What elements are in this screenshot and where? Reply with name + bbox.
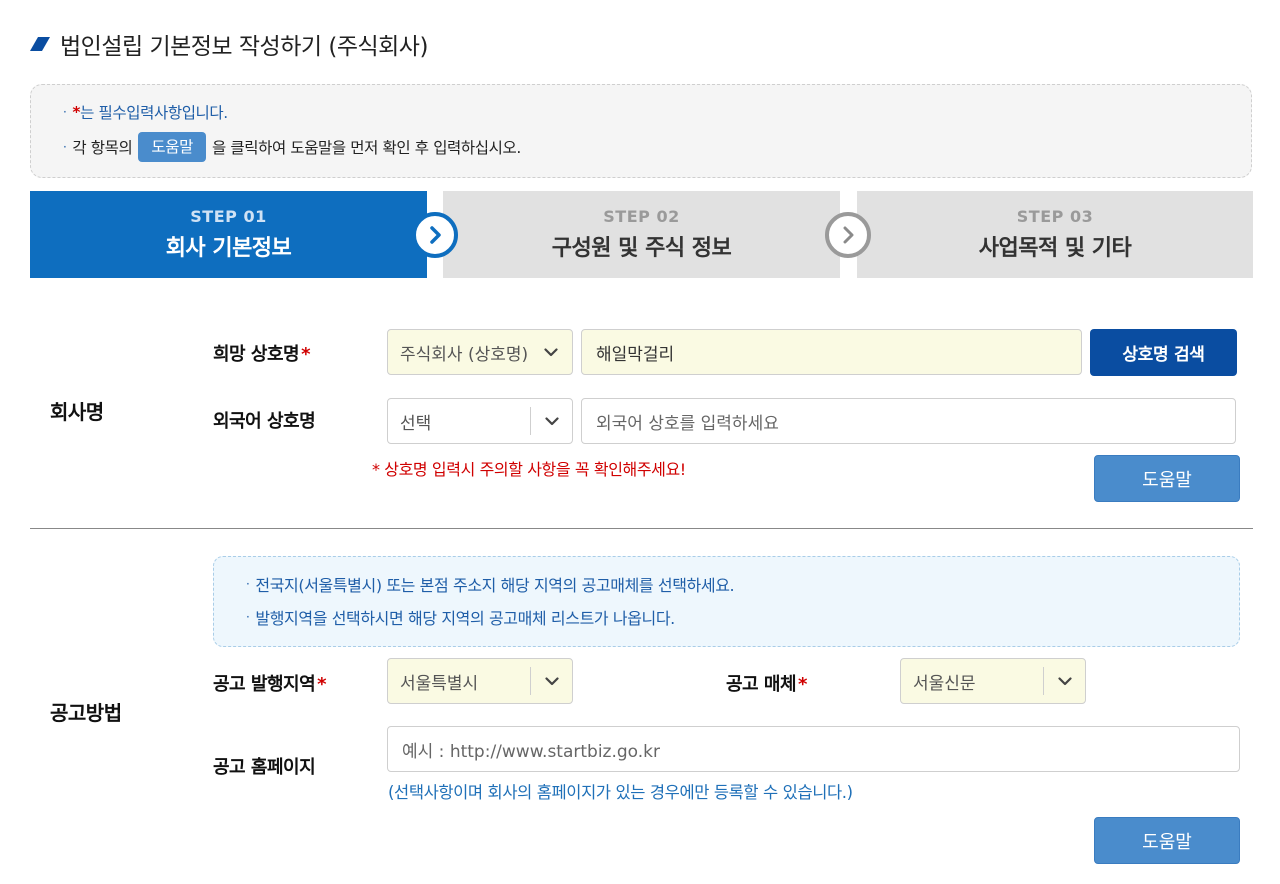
- step-1[interactable]: STEP 01 회사 기본정보: [30, 191, 427, 278]
- notice-help-suffix: 을 클릭하여 도움말을 먼저 확인 후 입력하십시오.: [211, 139, 521, 157]
- step-2-name: 구성원 및 주식 정보: [551, 236, 732, 261]
- foreign-name-placeholder: 외국어 상호를 입력하세요: [596, 413, 779, 434]
- chevron-right-icon: [825, 212, 871, 258]
- step-indicator: STEP 01 회사 기본정보 STEP 02 구성원 및 주식 정보 STEP…: [30, 191, 1253, 278]
- bullet-dot: ·: [246, 610, 250, 624]
- page-title-text: 법인설립 기본정보 작성하기 (주식회사): [60, 34, 428, 60]
- company-name-section-label: 회사명: [50, 400, 104, 424]
- company-type-value: 주식회사 (상호명): [400, 344, 529, 365]
- required-mark: *: [301, 344, 310, 365]
- notice-required-line: · * 는 필수입력사항입니다.: [63, 101, 228, 123]
- region-label-text: 공고 발행지역: [213, 674, 316, 695]
- media-select[interactable]: 서울신문: [900, 658, 1086, 704]
- step-3-number: STEP 03: [1016, 207, 1094, 226]
- chevron-down-icon: [530, 407, 572, 435]
- bullet-dot: ·: [63, 105, 67, 119]
- notice-box: · * 는 필수입력사항입니다. · 각 항목의 도움말 을 클릭하여 도움말을…: [30, 84, 1252, 178]
- help-chip-button[interactable]: 도움말: [138, 132, 206, 162]
- media-label: 공고 매체 *: [726, 670, 807, 696]
- step-3[interactable]: STEP 03 사업목적 및 기타: [857, 191, 1253, 278]
- foreign-select-value: 선택: [400, 413, 432, 434]
- bullet-dot: ·: [246, 577, 250, 591]
- info-line-2: 발행지역을 선택하시면 해당 지역의 공고매체 리스트가 나옵니다.: [255, 609, 675, 628]
- homepage-placeholder: 예시 : http://www.startbiz.go.kr: [402, 741, 661, 762]
- help-button[interactable]: 도움말: [1094, 455, 1240, 502]
- title-slash-icon: [30, 37, 50, 51]
- company-name-value: 해일막걸리: [596, 344, 675, 365]
- announcement-info-box: · 전국지(서울특별시) 또는 본점 주소지 해당 지역의 공고매체를 선택하세…: [213, 556, 1240, 647]
- bullet-dot: ·: [63, 140, 67, 154]
- info-line-1: 전국지(서울특별시) 또는 본점 주소지 해당 지역의 공고매체를 선택하세요.: [255, 576, 735, 595]
- homepage-input[interactable]: 예시 : http://www.startbiz.go.kr: [387, 726, 1240, 772]
- required-mark: *: [317, 674, 327, 695]
- required-mark: *: [72, 103, 81, 121]
- step-1-name: 회사 기본정보: [165, 236, 292, 261]
- name-search-button[interactable]: 상호명 검색: [1090, 329, 1237, 376]
- desired-name-label: 희망 상호명 *: [213, 340, 310, 366]
- foreign-name-input[interactable]: 외국어 상호를 입력하세요: [581, 398, 1236, 444]
- step-2[interactable]: STEP 02 구성원 및 주식 정보: [443, 191, 840, 278]
- help-button[interactable]: 도움말: [1094, 817, 1240, 864]
- region-label: 공고 발행지역 *: [213, 670, 327, 696]
- media-label-text: 공고 매체: [726, 674, 797, 695]
- chevron-right-icon: [412, 212, 458, 258]
- chevron-down-icon: [530, 338, 572, 366]
- chevron-down-icon: [1043, 667, 1085, 695]
- section-divider: [30, 528, 1253, 529]
- required-mark: *: [798, 674, 807, 695]
- chevron-down-icon: [530, 667, 572, 695]
- foreign-name-select[interactable]: 선택: [387, 398, 573, 444]
- homepage-label: 공고 홈페이지: [213, 757, 316, 778]
- step-2-number: STEP 02: [603, 207, 680, 226]
- company-name-input[interactable]: 해일막걸리: [581, 329, 1082, 375]
- name-warning-text: * 상호명 입력시 주의할 사항을 꼭 확인해주세요!: [372, 460, 686, 479]
- homepage-hint: (선택사항이며 회사의 홈페이지가 있는 경우에만 등록할 수 있습니다.): [388, 783, 853, 802]
- step-3-name: 사업목적 및 기타: [978, 236, 1132, 261]
- step-1-number: STEP 01: [190, 207, 267, 226]
- notice-help-line: · 각 항목의 도움말 을 클릭하여 도움말을 먼저 확인 후 입력하십시오.: [63, 131, 521, 163]
- company-type-select[interactable]: 주식회사 (상호명): [387, 329, 573, 375]
- notice-help-prefix: 각 항목의: [72, 139, 133, 157]
- foreign-name-label: 외국어 상호명: [213, 411, 316, 432]
- notice-required-text: 는 필수입력사항입니다.: [80, 104, 228, 122]
- desired-name-label-text: 희망 상호명: [213, 344, 300, 365]
- info-line: · 전국지(서울특별시) 또는 본점 주소지 해당 지역의 공고매체를 선택하세…: [246, 573, 735, 595]
- page-title: 법인설립 기본정보 작성하기 (주식회사): [30, 28, 428, 60]
- info-line: · 발행지역을 선택하시면 해당 지역의 공고매체 리스트가 나옵니다.: [246, 606, 675, 628]
- region-value: 서울특별시: [400, 673, 479, 694]
- announcement-section-label: 공고방법: [50, 701, 122, 725]
- region-select[interactable]: 서울특별시: [387, 658, 573, 704]
- media-value: 서울신문: [913, 673, 976, 694]
